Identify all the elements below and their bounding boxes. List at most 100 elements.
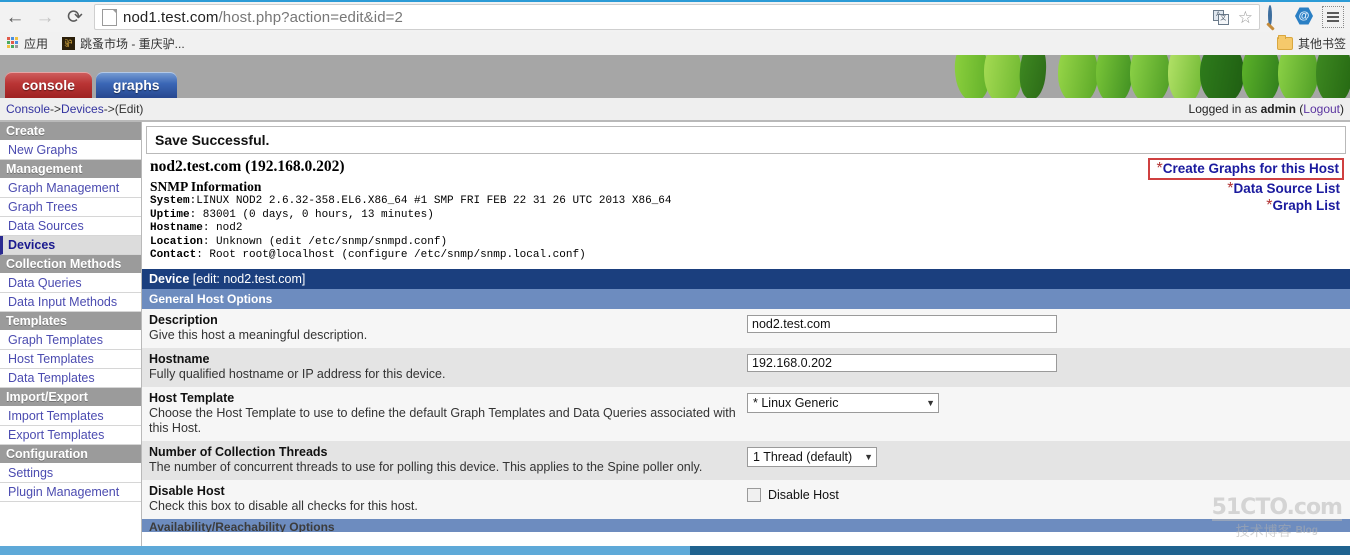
- snmp-location-value: : Unknown (edit /etc/snmp/snmpd.conf): [202, 235, 448, 248]
- snmp-location-line: Location: Unknown (edit /etc/snmp/snmpd.…: [150, 236, 1342, 250]
- sidebar-item-export-templates[interactable]: Export Templates: [0, 426, 141, 445]
- create-graphs-highlight-box: *Create Graphs for this Host: [1148, 158, 1344, 180]
- field-row-disable-host: Disable Host Check this box to disable a…: [142, 479, 1350, 519]
- magnifier-extension-icon[interactable]: [1268, 5, 1288, 27]
- bookmark-item-1[interactable]: 驴 跳蚤市场 - 重庆驴...: [55, 33, 192, 53]
- sidebar-head-create: Create: [0, 122, 141, 141]
- breadcrumb-devices[interactable]: Devices: [61, 102, 104, 116]
- snmp-uptime-value: : 83001 (0 days, 0 hours, 13 minutes): [189, 208, 434, 221]
- bookmark-star-icon[interactable]: ☆: [1238, 9, 1253, 26]
- breadcrumb: Console -> Devices -> (Edit) Logged in a…: [0, 98, 1350, 121]
- host-template-selected-value: * Linux Generic: [753, 395, 839, 410]
- sidebar-head-import-export: Import/Export: [0, 388, 141, 407]
- sidebar-item-settings[interactable]: Settings: [0, 464, 141, 483]
- snmp-contact-value: : Root root@localhost (configure /etc/sn…: [196, 249, 586, 261]
- cacti-page: console graphs Console -> Devices -> (Ed…: [0, 55, 1350, 555]
- breadcrumb-sep-2: ->: [103, 102, 115, 116]
- disable-host-checkbox-row[interactable]: Disable Host: [747, 486, 1343, 502]
- snmp-contact-line: Contact: Root root@localhost (configure …: [150, 249, 1342, 263]
- horizontal-scrollbar[interactable]: [0, 546, 1350, 555]
- data-source-list-row: *Data Source List: [1148, 180, 1344, 197]
- main-content: Save Successful. nod2.test.com (192.168.…: [142, 121, 1350, 555]
- address-bar[interactable]: nod1.test.com/host.php?action=edit&id=2 …: [94, 4, 1260, 30]
- favicon-icon: 驴: [62, 36, 76, 50]
- create-graphs-for-host-link[interactable]: Create Graphs for this Host: [1163, 161, 1339, 176]
- graph-list-row: *Graph List: [1148, 197, 1344, 214]
- snmp-hostname-value: : nod2: [202, 222, 243, 234]
- description-label: Description: [149, 312, 218, 327]
- snmp-system-label: System: [150, 195, 190, 207]
- device-section-subtitle: [edit: nod2.test.com]: [189, 271, 306, 286]
- disable-host-label: Disable Host: [149, 483, 225, 498]
- device-section-title: Device: [149, 271, 190, 286]
- reload-button[interactable]: ⟳: [60, 3, 90, 31]
- browser-navigation-bar: ← → ⟳ nod1.test.com/host.php?action=edit…: [0, 2, 1350, 32]
- snmp-hostname-line: Hostname: nod2: [150, 222, 1342, 236]
- sidebar-item-devices[interactable]: Devices: [0, 236, 141, 255]
- login-username: admin: [1260, 102, 1296, 116]
- field-row-collection-threads: Number of Collection Threads The number …: [142, 440, 1350, 480]
- field-control-block: * Linux Generic ▼: [739, 391, 1343, 413]
- login-status: Logged in as admin (Logout): [1189, 102, 1344, 116]
- sidebar-item-graph-templates[interactable]: Graph Templates: [0, 331, 141, 350]
- collection-threads-help: The number of concurrent threads to use …: [149, 459, 703, 474]
- forward-button[interactable]: →: [30, 3, 60, 31]
- bookmark-apps[interactable]: 应用: [0, 33, 55, 53]
- disable-host-help: Check this box to disable all checks for…: [149, 498, 418, 513]
- hamburger-menu-icon[interactable]: [1322, 6, 1344, 28]
- field-row-host-template: Host Template Choose the Host Template t…: [142, 386, 1350, 441]
- data-source-list-link[interactable]: Data Source List: [1233, 181, 1340, 196]
- folder-icon: [1276, 34, 1293, 50]
- snmp-hostname-label: Hostname: [150, 222, 203, 234]
- sidebar-head-collection-methods: Collection Methods: [0, 255, 141, 274]
- logout-link[interactable]: Logout: [1303, 102, 1340, 116]
- back-button[interactable]: ←: [0, 3, 30, 31]
- sidebar-item-import-templates[interactable]: Import Templates: [0, 407, 141, 426]
- host-template-help: Choose the Host Template to use to defin…: [149, 405, 736, 435]
- sidebar-item-data-templates[interactable]: Data Templates: [0, 369, 141, 388]
- page-body: Create New Graphs Management Graph Manag…: [0, 121, 1350, 555]
- tab-console[interactable]: console: [5, 72, 92, 98]
- field-label-block: Disable Host Check this box to disable a…: [149, 484, 739, 514]
- disable-host-checkbox[interactable]: [747, 487, 761, 502]
- other-bookmarks-button[interactable]: 其他书签: [1276, 34, 1350, 52]
- page-document-icon: [102, 8, 117, 26]
- sidebar-item-host-templates[interactable]: Host Templates: [0, 350, 141, 369]
- description-input[interactable]: [747, 314, 1057, 333]
- host-template-select[interactable]: * Linux Generic ▼: [747, 392, 939, 413]
- tab-graphs[interactable]: graphs: [95, 72, 177, 98]
- disable-host-checkbox-label: Disable Host: [768, 487, 839, 502]
- translate-icon[interactable]: A文: [1212, 9, 1230, 25]
- sidebar-item-new-graphs[interactable]: New Graphs: [0, 141, 141, 160]
- sidebar-item-data-sources[interactable]: Data Sources: [0, 217, 141, 236]
- field-control-block: 1 Thread (default) ▼: [739, 445, 1343, 467]
- sidebar-item-plugin-management[interactable]: Plugin Management: [0, 483, 141, 502]
- horizontal-scrollbar-thumb[interactable]: [0, 546, 690, 555]
- graph-list-link[interactable]: Graph List: [1272, 198, 1340, 213]
- field-label-block: Hostname Fully qualified hostname or IP …: [149, 352, 739, 382]
- bookmark-apps-label: 应用: [24, 36, 49, 51]
- snmp-contact-label: Contact: [150, 249, 197, 261]
- bookmark-item-1-label: 跳蚤市场 - 重庆驴...: [80, 36, 185, 51]
- cacti-header: console graphs: [0, 55, 1350, 98]
- general-host-options-header: General Host Options: [142, 288, 1350, 309]
- sidebar-item-graph-management[interactable]: Graph Management: [0, 179, 141, 198]
- sidebar-item-data-input-methods[interactable]: Data Input Methods: [0, 293, 141, 312]
- sidebar-head-management: Management: [0, 160, 141, 179]
- breadcrumb-console[interactable]: Console: [6, 102, 50, 116]
- url-host: nod1.test.com: [123, 8, 219, 26]
- bookmarks-bar: 应用 驴 跳蚤市场 - 重庆驴... 其他书签: [0, 32, 1350, 54]
- hexagon-extension-icon[interactable]: @: [1295, 7, 1315, 27]
- sidebar-item-graph-trees[interactable]: Graph Trees: [0, 198, 141, 217]
- device-section-header: Device [edit: nod2.test.com]: [142, 268, 1350, 289]
- field-label-block: Number of Collection Threads The number …: [149, 445, 739, 475]
- collection-threads-label: Number of Collection Threads: [149, 444, 328, 459]
- collection-threads-select[interactable]: 1 Thread (default) ▼: [747, 446, 877, 467]
- collection-threads-selected-value: 1 Thread (default): [753, 449, 853, 464]
- host-action-links: *Create Graphs for this Host *Data Sourc…: [1148, 158, 1344, 214]
- sidebar-item-data-queries[interactable]: Data Queries: [0, 274, 141, 293]
- hostname-input[interactable]: [747, 353, 1057, 372]
- chevron-down-icon: ▼: [926, 397, 935, 408]
- field-control-block: [739, 313, 1343, 333]
- field-control-block: [739, 352, 1343, 372]
